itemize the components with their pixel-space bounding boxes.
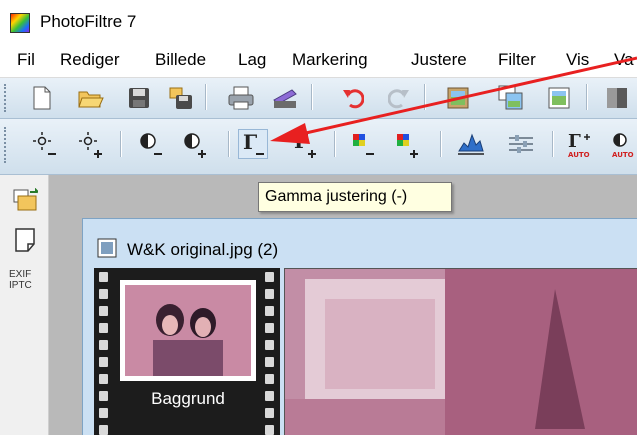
photofiltre-logo-icon — [10, 13, 30, 33]
left-tool-panel — [0, 175, 49, 435]
contrast-plus-icon[interactable] — [180, 129, 210, 159]
document-title: W&K original.jpg (2) — [127, 240, 279, 259]
open-folder-icon[interactable] — [78, 86, 104, 110]
filmstrip-perforation — [99, 289, 108, 299]
save-icon[interactable] — [128, 87, 150, 109]
menu-va[interactable]: Va — [614, 50, 634, 70]
filmstrip-perforation — [99, 272, 108, 282]
color-swatch-icon[interactable] — [606, 87, 628, 109]
window-title: PhotoFiltre 7 — [40, 12, 137, 31]
toolbar-separator — [424, 84, 426, 110]
svg-text:AUTO: AUTO — [568, 151, 590, 159]
main-toolbar — [0, 78, 637, 119]
filmstrip-perforation — [99, 425, 108, 435]
menu-fil[interactable]: Fil — [17, 50, 35, 70]
contrast-minus-icon[interactable] — [136, 129, 166, 159]
toolbar-grip[interactable] — [4, 127, 9, 163]
layer-name-label: Baggrund — [151, 389, 225, 408]
filmstrip-perforation — [265, 391, 274, 401]
filmstrip-perforation — [99, 374, 108, 384]
image-canvas[interactable] — [284, 268, 637, 435]
toolbar-grip[interactable] — [4, 84, 9, 112]
menu-justere[interactable]: Justere — [411, 50, 467, 70]
filmstrip-perforation — [99, 391, 108, 401]
menu-filter[interactable]: Filter — [498, 50, 536, 70]
paste-image-icon[interactable] — [446, 85, 472, 111]
canvas-photo — [285, 269, 637, 435]
filmstrip-perforation — [99, 323, 108, 333]
layer-thumbnail[interactable] — [125, 285, 251, 376]
toolbar-separator — [440, 131, 442, 157]
histogram-icon[interactable] — [456, 129, 486, 159]
filmstrip-perforation — [265, 306, 274, 316]
toolbar-separator — [586, 84, 588, 110]
toolbar-separator — [120, 131, 122, 157]
undo-icon[interactable] — [342, 87, 364, 109]
new-file-icon[interactable] — [32, 86, 52, 110]
svg-text:Γ: Γ — [294, 129, 308, 153]
filmstrip-perforation — [99, 306, 108, 316]
title-bar: PhotoFiltre 7 — [0, 0, 637, 44]
paste-as-image-icon[interactable] — [498, 85, 524, 111]
filmstrip-perforation — [265, 425, 274, 435]
filmstrip-perforation — [265, 272, 274, 282]
saturation-plus-icon[interactable] — [392, 129, 422, 159]
exif-iptc-button[interactable]: EXIF IPTC — [9, 269, 32, 291]
filmstrip-perforation — [265, 408, 274, 418]
print-icon[interactable] — [228, 86, 254, 110]
filmstrip-perforation — [265, 323, 274, 333]
new-image-icon[interactable] — [546, 85, 572, 111]
toolbar-separator — [205, 84, 207, 110]
gamma-plus-icon[interactable]: Γ — [290, 129, 320, 159]
filmstrip-perforation — [265, 374, 274, 384]
menu-rediger[interactable]: Rediger — [60, 50, 120, 70]
gamma-auto-icon[interactable]: Γ AUTO — [566, 129, 596, 159]
filmstrip-perforation — [99, 357, 108, 367]
menu-bar: Fil Rediger Billede Lag Markering Juster… — [0, 44, 637, 78]
iptc-label: IPTC — [9, 280, 32, 291]
scanner-icon[interactable] — [272, 86, 298, 110]
redo-icon[interactable] — [388, 87, 410, 109]
brightness-minus-icon[interactable] — [30, 129, 60, 159]
toolbar-separator — [552, 131, 554, 157]
filmstrip-perforation — [99, 340, 108, 350]
svg-text:Γ: Γ — [243, 130, 257, 154]
image-document-icon — [97, 238, 117, 258]
menu-lag[interactable]: Lag — [238, 50, 266, 70]
document-icon[interactable] — [14, 228, 36, 252]
contrast-auto-icon[interactable]: AUTO — [610, 129, 637, 159]
filmstrip-perforation — [265, 357, 274, 367]
filmstrip-perforation — [99, 408, 108, 418]
gamma-tooltip: Gamma justering (-) — [258, 182, 452, 212]
svg-text:AUTO: AUTO — [612, 151, 634, 159]
menu-vis[interactable]: Vis — [566, 50, 589, 70]
menu-markering[interactable]: Markering — [292, 50, 368, 70]
gamma-minus-button[interactable]: Γ — [238, 129, 268, 159]
toolbar-separator — [334, 131, 336, 157]
adjustment-toolbar: Γ Γ Γ AUTO AUTO — [0, 119, 637, 175]
save-as-icon[interactable] — [168, 86, 194, 110]
menu-billede[interactable]: Billede — [155, 50, 206, 70]
gamma-minus-icon: Γ — [243, 130, 264, 155]
svg-text:Γ: Γ — [568, 131, 581, 152]
toolbar-separator — [228, 131, 230, 157]
exif-label: EXIF — [9, 269, 32, 280]
photofiltre-app: PhotoFiltre 7 Fil Rediger Billede Lag Ma… — [0, 0, 637, 435]
levels-icon[interactable] — [506, 129, 536, 159]
explorer-icon[interactable] — [12, 188, 38, 212]
brightness-plus-icon[interactable] — [76, 129, 106, 159]
thumbnail-photo — [125, 285, 251, 376]
filmstrip-perforation — [265, 289, 274, 299]
filmstrip-perforation — [265, 340, 274, 350]
saturation-minus-icon[interactable] — [348, 129, 378, 159]
toolbar-separator — [311, 84, 313, 110]
